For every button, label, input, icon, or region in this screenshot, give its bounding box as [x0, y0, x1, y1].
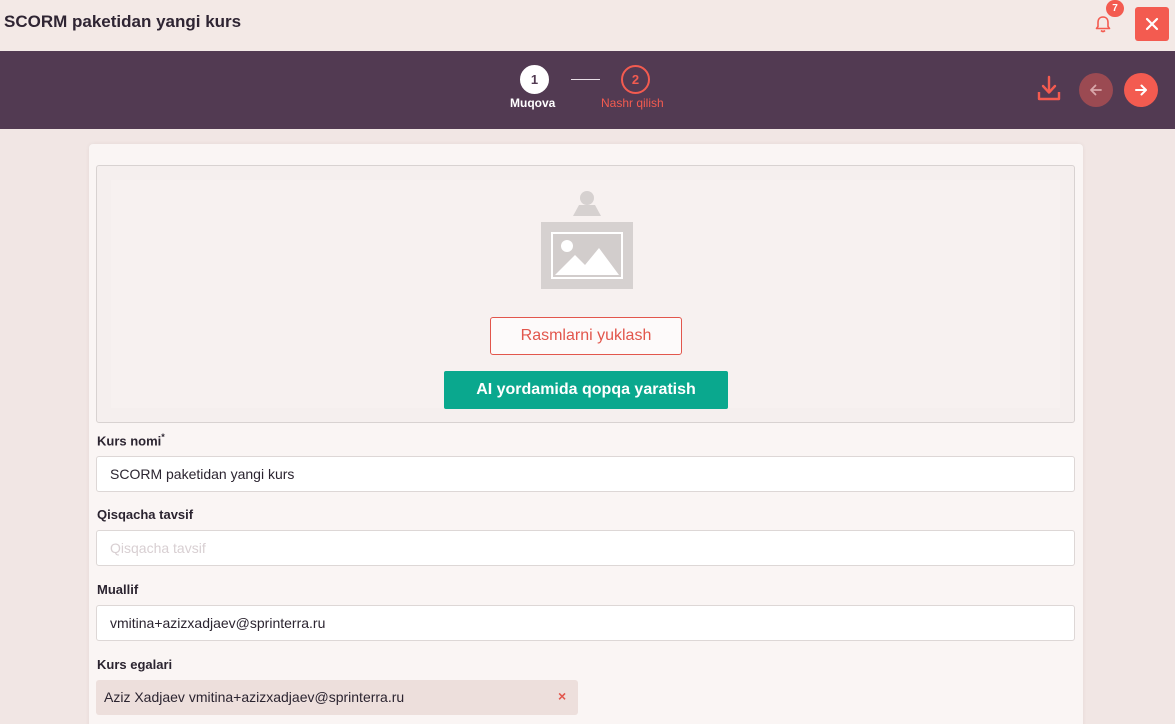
course-name-input[interactable] [96, 456, 1075, 492]
next-step-button[interactable] [1124, 73, 1158, 107]
arrow-right-icon [1135, 84, 1147, 96]
close-button[interactable] [1135, 7, 1169, 41]
step-2-circle[interactable]: 2 [621, 65, 650, 94]
course-owner-chip-text: Aziz Xadjaev vmitina+azizxadjaev@sprinte… [104, 689, 405, 705]
course-name-label: Kurs nomi* [97, 432, 165, 448]
course-owner-chip[interactable]: Aziz Xadjaev vmitina+azizxadjaev@sprinte… [96, 680, 578, 715]
top-bar: SCORM paketidan yangi kurs 7 [0, 0, 1175, 51]
notification-badge: 7 [1106, 0, 1124, 17]
cover-area: Rasmlarni yuklash AI yordamida qopqa yar… [96, 165, 1075, 423]
arrow-left-icon [1090, 84, 1102, 96]
author-input[interactable] [96, 605, 1075, 641]
course-owners-label: Kurs egalari [97, 657, 173, 672]
previous-step-button[interactable] [1079, 73, 1113, 107]
course-form-card: Rasmlarni yuklash AI yordamida qopqa yar… [89, 144, 1083, 724]
stepper-bar: 1 2 Muqova Nashr qilish [0, 51, 1175, 129]
step-1-label[interactable]: Muqova [510, 96, 555, 110]
required-mark: * [161, 432, 165, 442]
course-name-label-text: Kurs nomi [97, 433, 162, 449]
step-1-circle[interactable]: 1 [520, 65, 549, 94]
bell-icon[interactable] [1093, 14, 1113, 34]
close-icon [1145, 17, 1159, 31]
download-icon[interactable] [1034, 73, 1064, 107]
window-title: SCORM paketidan yangi kurs [4, 12, 242, 31]
step-connector [571, 79, 600, 80]
step-2-label[interactable]: Nashr qilish [601, 96, 664, 110]
remove-icon[interactable]: × [558, 688, 566, 704]
ai-generate-cover-button[interactable]: AI yordamida qopqa yaratish [444, 371, 728, 409]
image-placeholder-icon [541, 191, 633, 289]
upload-images-button[interactable]: Rasmlarni yuklash [490, 317, 682, 355]
author-label: Muallif [97, 582, 139, 597]
short-description-label: Qisqacha tavsif [97, 507, 194, 522]
short-description-input[interactable] [96, 530, 1075, 566]
